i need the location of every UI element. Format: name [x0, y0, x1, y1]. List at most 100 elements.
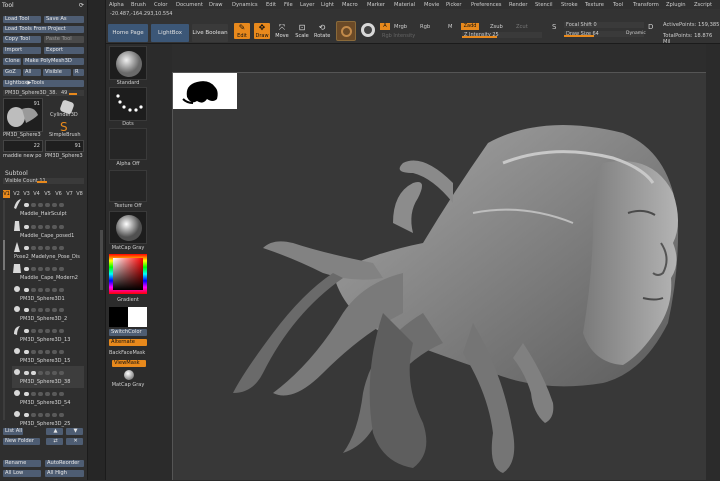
delete-icon[interactable]: ✕ [66, 438, 83, 445]
make-polymesh-button[interactable]: Make PolyMesh3D [23, 58, 84, 65]
export-button[interactable]: Export [44, 47, 84, 54]
subtool-toggles[interactable] [24, 224, 84, 229]
menu-item[interactable]: Picker [446, 2, 461, 8]
subtool-item[interactable]: Pose2_Madelyne_Pose_Dis [12, 241, 84, 263]
zadd-toggle[interactable]: Zadd [461, 23, 479, 30]
load-tools-from-project-button[interactable]: Load Tools From Project [3, 26, 84, 33]
subtool-item[interactable]: Maddie_Cape_posed1 [12, 220, 84, 242]
menu-item[interactable]: Preferences [471, 2, 502, 8]
version-tab-v8[interactable]: V8 [76, 190, 83, 198]
menu-item[interactable]: Brush [131, 2, 146, 8]
rename-button[interactable]: Rename [3, 460, 41, 467]
menu-item[interactable]: Dynamics [232, 2, 258, 8]
main-color-swatch[interactable] [109, 307, 128, 327]
dynamic-toggle[interactable]: Dynamic [626, 31, 646, 37]
subtool-item-selected[interactable]: PM3D_Sphere3D_38 [12, 366, 84, 388]
switch-color-button[interactable]: SwitchColor [109, 329, 147, 336]
tool-thumbnail[interactable]: 22 [3, 140, 43, 152]
menu-item[interactable]: Zscript [694, 2, 712, 8]
alternate-button[interactable]: Alternate [109, 339, 147, 346]
subtool-toggles[interactable] [24, 349, 84, 354]
subtool-toggles[interactable] [24, 266, 84, 271]
move-up-arrow-icon[interactable]: ▲ [46, 428, 63, 435]
paste-tool-button[interactable]: Paste Tool [44, 36, 84, 43]
subtool-toggles[interactable] [24, 245, 84, 250]
s-icon[interactable]: S [552, 23, 562, 37]
refresh-icon[interactable]: ⟳ [79, 2, 84, 9]
sculpted-head-model[interactable] [173, 73, 720, 481]
clone-button[interactable]: Clone [3, 58, 21, 65]
material-tile[interactable] [109, 211, 147, 244]
subtool-toggles[interactable] [24, 412, 84, 417]
menu-item[interactable]: Draw [209, 2, 223, 8]
view-mask-button[interactable]: ViewMask [112, 360, 146, 367]
rgb-toggle[interactable]: Rgb [420, 24, 430, 30]
document-canvas[interactable] [172, 72, 720, 480]
copy-tool-button[interactable]: Copy Tool [3, 36, 41, 43]
menu-item[interactable]: Light [321, 2, 334, 8]
goz-button[interactable]: GoZ [3, 69, 21, 76]
menu-item[interactable]: Material [394, 2, 415, 8]
subtool-item[interactable]: PM3D_Sphere3D_2 [12, 303, 84, 325]
brush-mode-icon[interactable] [361, 23, 375, 37]
material-preview-icon[interactable] [336, 21, 356, 41]
menu-item[interactable]: Layer [300, 2, 314, 8]
menu-item[interactable]: Marker [367, 2, 385, 8]
tool-thumbnail[interactable]: 91 [45, 140, 84, 152]
tool-thumbnail[interactable]: 91 [3, 98, 43, 132]
draw-size-slider[interactable]: Draw Size 64 Dynamic [564, 31, 646, 37]
m-toggle[interactable]: M [448, 24, 452, 30]
standard-brush-tile[interactable] [109, 46, 147, 80]
matcap-small-icon[interactable] [124, 370, 134, 380]
menu-item[interactable]: Tool [613, 2, 623, 8]
all-high-button[interactable]: All High [45, 470, 84, 477]
version-tab-v3[interactable]: V3 [23, 190, 30, 198]
scale-icon[interactable]: ⊡ Scale [294, 23, 310, 39]
menu-item[interactable]: Texture [585, 2, 604, 8]
dots-stroke-tile[interactable] [109, 87, 147, 121]
alpha-tile[interactable] [109, 128, 147, 160]
home-page-button[interactable]: Home Page [108, 24, 148, 42]
version-tab-v5[interactable]: V5 [44, 190, 51, 198]
subtool-item[interactable]: PM3D_Sphere3D1 [12, 283, 84, 305]
list-all-button[interactable]: List All [3, 428, 23, 435]
subtool-toggles[interactable] [24, 328, 84, 333]
import-button[interactable]: Import [3, 47, 41, 54]
menu-item[interactable]: Document [176, 2, 203, 8]
secondary-color-swatch[interactable] [128, 307, 147, 327]
d-icon[interactable]: D [648, 23, 658, 37]
menu-item[interactable]: Macro [342, 2, 358, 8]
lightbox-button[interactable]: LightBox [151, 24, 189, 42]
visible-button[interactable]: Visible [43, 69, 71, 76]
version-tab-v6[interactable]: V6 [55, 190, 62, 198]
subtool-item[interactable]: Maddie_HairSculpt [12, 198, 84, 220]
version-tab-v1[interactable]: V1 [3, 190, 10, 198]
subtool-toggles[interactable] [24, 202, 84, 207]
zsub-toggle[interactable]: Zsub [490, 24, 503, 30]
move-down-arrow-icon[interactable]: ▼ [66, 428, 83, 435]
subtool-toggles[interactable] [24, 287, 84, 292]
zcut-toggle[interactable]: Zcut [516, 24, 528, 30]
subtool-item[interactable]: Maddie_Cape_Modern2 [12, 262, 84, 284]
rotate-icon[interactable]: ⟲ Rotate [314, 23, 330, 39]
subtool-toggles[interactable] [24, 307, 84, 312]
live-boolean-button[interactable]: Live Boolean [192, 24, 228, 42]
viewport[interactable] [150, 44, 720, 480]
z-intensity-slider[interactable]: Z Intensity 25 [462, 32, 542, 38]
lightbox-tools-button[interactable]: Lightbox▶Tools [3, 80, 84, 87]
menu-item[interactable]: Zplugin [666, 2, 686, 8]
auto-reorder-button[interactable]: AutoReorder [45, 460, 84, 467]
backface-mask-label[interactable]: BackFaceMask [109, 350, 147, 356]
arrange-icon[interactable]: ⇄ [46, 438, 63, 445]
version-tab-v7[interactable]: V7 [66, 190, 73, 198]
subtool-toggles[interactable] [24, 370, 84, 375]
version-tab-v2[interactable]: V2 [13, 190, 20, 198]
subtool-item[interactable]: PM3D_Sphere3D_25 [12, 408, 84, 430]
visible-count-slider[interactable]: Visible Count 11 [3, 178, 84, 184]
menu-item[interactable]: File [284, 2, 293, 8]
simplebrush-thumbnail[interactable]: S [56, 120, 76, 134]
draw-icon[interactable]: ✥ Draw [254, 23, 270, 39]
r-button[interactable]: R [73, 69, 84, 76]
subtool-item[interactable]: PM3D_Sphere3D_15 [12, 345, 84, 367]
edit-icon[interactable]: ✎ Edit [234, 23, 250, 39]
